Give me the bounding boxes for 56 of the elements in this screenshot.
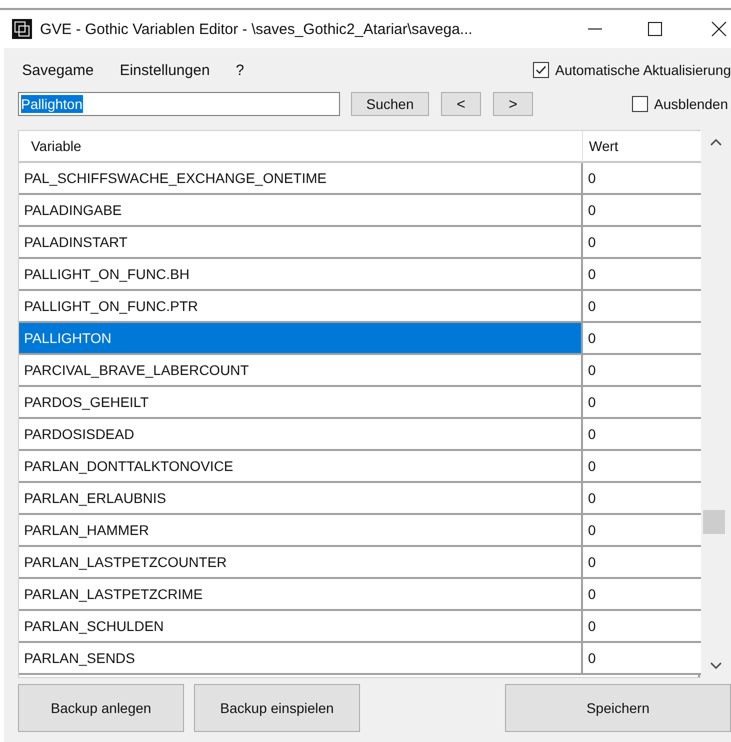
- table-cell[interactable]: PALLIGHTON: [19, 323, 583, 355]
- table-cell[interactable]: PARLAN_HAMMER: [19, 515, 583, 547]
- next-button[interactable]: >: [493, 92, 533, 116]
- table-cell[interactable]: PARCIVAL_BRAVE_LABERCOUNT: [19, 355, 583, 387]
- column-header[interactable]: Variable: [19, 131, 583, 163]
- scroll-down-icon[interactable]: [710, 662, 722, 670]
- table-cell[interactable]: 0: [583, 451, 701, 483]
- search-button[interactable]: Suchen: [351, 92, 429, 116]
- previous-button[interactable]: <: [441, 92, 481, 116]
- table-cell[interactable]: 0: [583, 579, 701, 611]
- table-cell[interactable]: 0: [583, 195, 701, 227]
- search-field[interactable]: Pallighton: [18, 92, 340, 116]
- checkbox[interactable]: [632, 96, 648, 112]
- table-cell[interactable]: 0: [583, 547, 701, 579]
- table-cell[interactable]: PARDOSISDEAD: [19, 419, 583, 451]
- close-icon[interactable]: [711, 21, 727, 37]
- scroll-up-icon[interactable]: [710, 138, 722, 146]
- table-cell[interactable]: 0: [583, 323, 701, 355]
- table-cell[interactable]: PAL_SCHIFFSWACHE_EXCHANGE_ONETIME: [19, 163, 583, 195]
- menu-item[interactable]: ?: [236, 62, 244, 78]
- table-cell[interactable]: 0: [583, 483, 701, 515]
- table-cell[interactable]: 0: [583, 387, 701, 419]
- table-cell[interactable]: PARLAN_SENDS: [19, 643, 583, 675]
- save-button[interactable]: Speichern: [505, 684, 731, 732]
- table-cell[interactable]: PARLAN_SCHULDEN: [19, 611, 583, 643]
- table-cell[interactable]: 0: [583, 643, 701, 675]
- table-cell[interactable]: PARLAN_DONTTALKTONOVICE: [19, 451, 583, 483]
- table-cell[interactable]: PARDOS_GEHEILT: [19, 387, 583, 419]
- table-cell[interactable]: 0: [583, 611, 701, 643]
- maximize-icon[interactable]: [647, 21, 663, 37]
- auto-update-label: Automatische Aktualisierung: [555, 62, 731, 78]
- window-title: GVE - Gothic Variablen Editor - \saves_Gothic2_Atariar\savega...: [40, 20, 474, 38]
- hide-label: Ausblenden: [654, 96, 728, 112]
- table-cell[interactable]: PALLIGHT_ON_FUNC.BH: [19, 259, 583, 291]
- scrollbar-thumb[interactable]: [703, 510, 725, 534]
- table-cell[interactable]: 0: [583, 163, 701, 195]
- backup-button[interactable]: Backup einspielen: [194, 684, 360, 732]
- table-cell[interactable]: PARLAN_LASTPETZCRIME: [19, 579, 583, 611]
- table-cell[interactable]: PARLAN_LASTPETZCOUNTER: [19, 547, 583, 579]
- table-cell[interactable]: 0: [583, 259, 701, 291]
- backup-button[interactable]: Backup anlegen: [18, 684, 184, 732]
- table-cell[interactable]: PALADINSTART: [19, 227, 583, 259]
- menu-item[interactable]: Savegame: [22, 62, 94, 78]
- menu-item[interactable]: Einstellungen: [120, 62, 210, 78]
- table-cell[interactable]: 0: [583, 227, 701, 259]
- column-header[interactable]: Wert: [583, 131, 701, 163]
- app-icon: [12, 19, 32, 39]
- table-cell[interactable]: 0: [583, 419, 701, 451]
- table-cell[interactable]: 0: [583, 515, 701, 547]
- table-cell[interactable]: PALADINGABE: [19, 195, 583, 227]
- table-cell[interactable]: 0: [583, 355, 701, 387]
- check-icon: [535, 64, 548, 76]
- table-cell[interactable]: PALLIGHT_ON_FUNC.PTR: [19, 291, 583, 323]
- table-cell[interactable]: PARLAN_ERLAUBNIS: [19, 483, 583, 515]
- checkbox[interactable]: [533, 62, 550, 78]
- table-cell[interactable]: 0: [583, 291, 701, 323]
